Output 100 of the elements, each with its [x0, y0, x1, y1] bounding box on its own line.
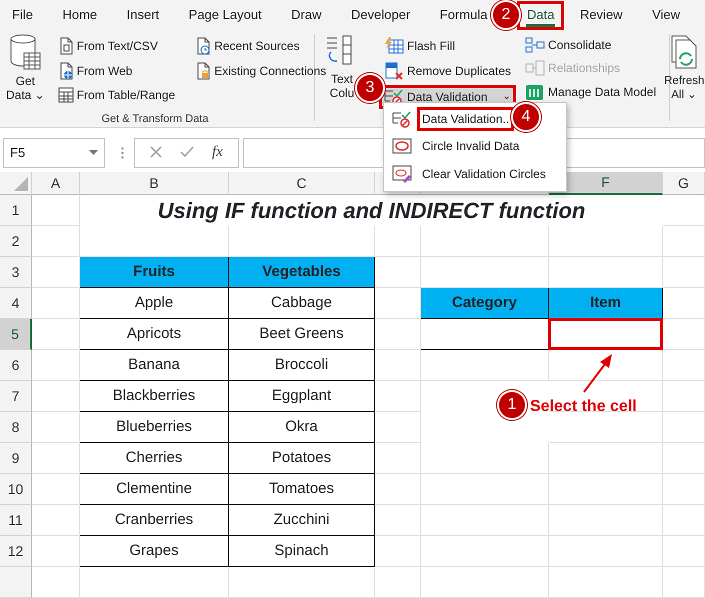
sheet-cell[interactable] [32, 567, 80, 598]
sheet-cell[interactable] [421, 257, 549, 288]
sheet-cell[interactable] [549, 257, 663, 288]
row-header[interactable] [0, 567, 32, 598]
sheet-cell[interactable] [80, 567, 229, 598]
sheet-cell[interactable] [663, 536, 705, 567]
sheet-cell[interactable] [549, 536, 663, 567]
sheet-cell[interactable] [375, 412, 421, 443]
sheet-cell[interactable] [663, 412, 705, 443]
ribbon-tab[interactable]: Data [516, 0, 564, 30]
corner-triangle-icon [14, 177, 28, 191]
sheet-cell[interactable] [663, 381, 705, 412]
sheet-cell[interactable] [32, 505, 80, 536]
sheet-cell[interactable] [663, 195, 705, 226]
ribbon-tab[interactable]: Page Layout [180, 0, 270, 30]
sheet-cell[interactable] [32, 536, 80, 567]
table-cell: Spinach [228, 535, 375, 567]
sheet-cell[interactable] [32, 443, 80, 474]
row-header[interactable]: 6 [0, 350, 32, 381]
sheet-cell[interactable] [375, 443, 421, 474]
ribbon-tab[interactable]: Home [54, 0, 106, 30]
row-header[interactable]: 1 [0, 195, 32, 226]
ribbon-command[interactable]: From Text/CSV [52, 34, 180, 58]
ribbon-command[interactable]: From Web [52, 59, 180, 83]
sheet-cell[interactable] [32, 474, 80, 505]
ribbon-tab[interactable]: View [644, 0, 688, 30]
sheet-cell[interactable] [549, 443, 663, 474]
row-header[interactable]: 2 [0, 226, 32, 257]
sheet-cell[interactable] [421, 443, 549, 474]
sheet-cell[interactable] [32, 288, 80, 319]
sheet-cell[interactable] [32, 350, 80, 381]
sheet-cell[interactable] [375, 319, 421, 350]
menu-item[interactable]: Circle Invalid Data [384, 132, 566, 160]
ribbon-tab[interactable]: File [4, 0, 41, 30]
row-header[interactable]: 10 [0, 474, 32, 505]
ribbon-command[interactable]: Consolidate [520, 34, 662, 56]
sheet-cell[interactable] [663, 443, 705, 474]
sheet-cell[interactable] [375, 474, 421, 505]
sheet-cell[interactable] [421, 505, 549, 536]
row-header[interactable]: 11 [0, 505, 32, 536]
sheet-cell[interactable] [375, 567, 421, 598]
ribbon-tab[interactable]: Developer [343, 0, 418, 30]
sheet-cell[interactable] [549, 474, 663, 505]
sheet-cell[interactable] [421, 567, 549, 598]
get-data-button[interactable]: Get Data ⌄ [4, 34, 47, 102]
row-header[interactable]: 9 [0, 443, 32, 474]
refresh-all-button[interactable]: Refresh All ⌄ [664, 30, 704, 102]
sheet-cell[interactable] [421, 350, 549, 381]
grip-dots-icon [121, 146, 124, 158]
ribbon-tab[interactable]: Draw [283, 0, 330, 30]
row-header[interactable]: 12 [0, 536, 32, 567]
ribbon-command[interactable]: Flash Fill [379, 34, 516, 57]
column-header[interactable]: A [32, 172, 80, 195]
sheet-cell[interactable] [375, 257, 421, 288]
row-header[interactable]: 4 [0, 288, 32, 319]
sheet-cell[interactable] [663, 226, 705, 257]
sheet-cell[interactable] [421, 536, 549, 567]
sheet-cell[interactable] [375, 288, 421, 319]
sheet-cell[interactable] [663, 474, 705, 505]
sheet-cell[interactable] [663, 505, 705, 536]
sheet-cell[interactable] [32, 319, 80, 350]
sheet-cell[interactable] [663, 257, 705, 288]
sheet-cell[interactable] [32, 257, 80, 288]
sheet-cell[interactable] [32, 381, 80, 412]
name-box[interactable]: F5 [3, 138, 105, 168]
sheet-cell[interactable] [80, 226, 229, 257]
sheet-cell[interactable] [375, 226, 421, 257]
sheet-cell[interactable] [549, 412, 663, 443]
row-header[interactable]: 7 [0, 381, 32, 412]
column-header[interactable]: B [80, 172, 229, 195]
sheet-cell[interactable] [663, 288, 705, 319]
column-header[interactable]: G [663, 172, 705, 195]
sheet-cell[interactable] [421, 226, 549, 257]
row-header[interactable]: 8 [0, 412, 32, 443]
sheet-cell[interactable] [375, 505, 421, 536]
input-cell[interactable] [548, 318, 663, 350]
sheet-cell[interactable] [663, 567, 705, 598]
column-header[interactable]: C [229, 172, 375, 195]
sheet-cell[interactable] [32, 226, 80, 257]
ribbon-command[interactable]: Existing Connections [190, 59, 332, 83]
sheet-cell[interactable] [229, 226, 375, 257]
row-header[interactable]: 5 [0, 319, 32, 350]
sheet-cell[interactable] [421, 474, 549, 505]
ribbon-command[interactable]: From Table/Range [52, 84, 180, 106]
table-icon [58, 87, 74, 103]
sheet-cell[interactable] [375, 381, 421, 412]
row-header[interactable]: 3 [0, 257, 32, 288]
sheet-cell[interactable] [663, 350, 705, 381]
sheet-cell[interactable] [549, 226, 663, 257]
sheet-cell[interactable] [375, 536, 421, 567]
sheet-cell[interactable] [663, 319, 705, 350]
sheet-cell[interactable] [32, 412, 80, 443]
sheet-cell[interactable] [549, 567, 663, 598]
sheet-cell[interactable] [549, 505, 663, 536]
select-all-button[interactable] [0, 172, 32, 195]
sheet-cell[interactable] [375, 350, 421, 381]
sheet-cell[interactable] [229, 567, 375, 598]
sheet-cell[interactable] [32, 195, 80, 226]
ribbon-tab[interactable]: Insert [118, 0, 168, 30]
ribbon-tab[interactable]: Review [572, 0, 631, 30]
